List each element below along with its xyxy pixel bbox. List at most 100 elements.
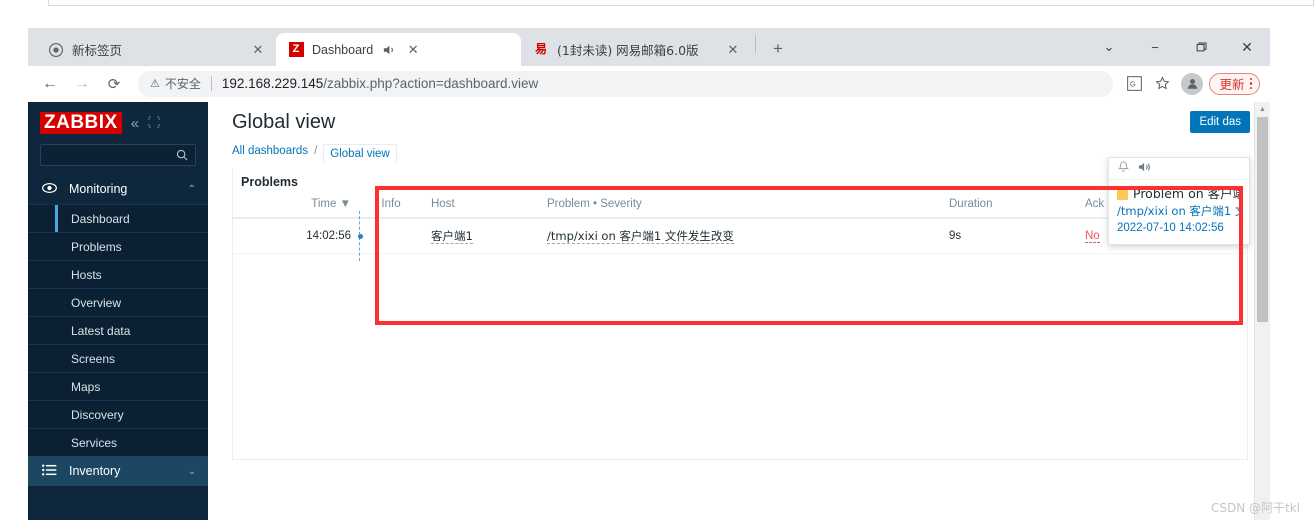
scroll-up-arrow-icon[interactable]: ▲ (1255, 102, 1270, 117)
kebab-menu-icon[interactable] (1247, 77, 1256, 90)
problems-widget: Problems Time ▼ Info Host Problem • Seve… (232, 168, 1248, 460)
window-minimize-button[interactable]: − (1132, 28, 1178, 66)
chevron-down-icon[interactable]: ⌄ (188, 466, 196, 477)
sidebar-item-screens[interactable]: Screens (28, 344, 208, 372)
update-button[interactable]: 更新 (1209, 72, 1260, 95)
tab-search-chevron-icon[interactable]: ⌄ (1086, 28, 1132, 66)
update-label: 更新 (1219, 77, 1245, 92)
sidebar-item-label: Problems (71, 239, 122, 254)
scrollbar-thumb[interactable] (1257, 117, 1268, 322)
kiosk-mode-icon[interactable] (148, 116, 160, 130)
zabbix-icon: Z (288, 42, 304, 58)
reload-button[interactable]: ⟳ (100, 70, 128, 98)
breadcrumb-current[interactable]: Global view (323, 144, 397, 164)
search-icon (176, 149, 188, 161)
tab-title: 新标签页 (72, 43, 123, 58)
tab-close-icon[interactable]: ✕ (725, 42, 741, 58)
bell-icon[interactable] (1118, 160, 1129, 178)
tab-strip: 新标签页 ✕ Z Dashboard ✕ 易 (1封未读) 网易邮箱6.0版 ✕… (28, 28, 1270, 66)
sidebar-header: ZABBIX « (28, 102, 208, 138)
search-input[interactable] (40, 144, 196, 166)
address-bar[interactable]: ⚠ 不安全 192.168.229.145/zabbix.php?action=… (138, 70, 1114, 97)
breadcrumb-separator: / (314, 145, 318, 157)
notification-message[interactable]: /tmp/xixi on 客户端1 文 (1117, 203, 1241, 220)
dashboard-content: Global view Edit das All dashboards / Gl… (208, 102, 1270, 520)
host-link[interactable]: 客户端1 (431, 229, 473, 244)
security-label: 不安全 (164, 77, 201, 91)
browser-tab-netease-mail[interactable]: 易 (1封未读) 网易邮箱6.0版 ✕ (521, 33, 751, 66)
ack-link[interactable]: No (1085, 230, 1100, 243)
column-header-duration[interactable]: Duration (941, 195, 1077, 219)
column-header-problem-severity[interactable]: Problem • Severity (539, 195, 941, 219)
problem-link[interactable]: /tmp/xixi on 客户端1 文件发生改变 (547, 229, 734, 244)
breadcrumb-all-dashboards[interactable]: All dashboards (232, 145, 308, 157)
sidebar-item-overview[interactable]: Overview (28, 288, 208, 316)
zabbix-logo[interactable]: ZABBIX (40, 112, 122, 134)
cell-duration: 9s (941, 218, 1077, 254)
omnibox-divider (210, 76, 212, 91)
sidebar-item-label: Dashboard (71, 211, 130, 226)
window-controls: ⌄ − ✕ (1086, 28, 1270, 66)
not-secure-indicator[interactable]: ⚠ 不安全 (150, 75, 201, 92)
window-maximize-button[interactable] (1178, 28, 1224, 66)
url-path: /zabbix.php?action=dashboard.view (323, 76, 539, 91)
zabbix-sidebar: ZABBIX « Monitoring ⌃ Dashboard Problems… (28, 102, 208, 520)
sidebar-section-inventory[interactable]: Inventory ⌄ (28, 456, 208, 486)
new-tab-button[interactable]: + (764, 35, 792, 63)
notification-body: Problem on 客户端1 /tmp/xixi on 客户端1 文 2022… (1109, 180, 1249, 244)
tab-title: (1封未读) 网易邮箱6.0版 (557, 43, 699, 58)
tab-close-icon[interactable]: ✕ (405, 42, 421, 58)
edit-dashboard-button[interactable]: Edit das (1190, 111, 1250, 133)
cell-problem: /tmp/xixi on 客户端1 文件发生改变 (539, 218, 941, 254)
forward-button[interactable]: → (68, 70, 96, 98)
column-header-info[interactable]: Info (359, 195, 423, 219)
sidebar-item-latest-data[interactable]: Latest data (28, 316, 208, 344)
speaker-icon[interactable] (1138, 160, 1151, 178)
column-header-time[interactable]: Time ▼ (233, 195, 359, 219)
url-text: 192.168.229.145/zabbix.php?action=dashbo… (222, 76, 538, 91)
sidebar-item-hosts[interactable]: Hosts (28, 260, 208, 288)
avatar[interactable] (1181, 72, 1204, 95)
sidebar-item-label: Discovery (71, 407, 124, 422)
browser-window: 新标签页 ✕ Z Dashboard ✕ 易 (1封未读) 网易邮箱6.0版 ✕… (28, 28, 1270, 520)
notification-title: Problem on 客户端1 (1133, 186, 1241, 201)
url-host: 192.168.229.145 (221, 76, 324, 91)
sidebar-section-monitoring[interactable]: Monitoring ⌃ (28, 174, 208, 204)
back-button[interactable]: ← (36, 70, 64, 98)
table-row[interactable]: 14:02:56 客户端1 /tmp/xixi on 客户端1 文件发生改变 9… (233, 211, 1247, 261)
page-scrollbar[interactable]: ▲ (1254, 102, 1270, 520)
sidebar-item-discovery[interactable]: Discovery (28, 400, 208, 428)
tab-audio-icon[interactable] (381, 43, 397, 57)
notification-header (1109, 158, 1249, 180)
cell-host: 客户端1 (423, 218, 539, 254)
sidebar-item-label: Services (71, 435, 118, 450)
star-icon[interactable] (1149, 71, 1175, 97)
notification-popup[interactable]: Problem on 客户端1 /tmp/xixi on 客户端1 文 2022… (1108, 157, 1250, 246)
sidebar-collapse-icon[interactable]: « (131, 116, 139, 131)
cell-time[interactable]: 14:02:56 (233, 218, 359, 254)
chevron-up-icon[interactable]: ⌃ (188, 184, 196, 195)
translate-icon[interactable]: G (1121, 71, 1147, 97)
sidebar-item-dashboard[interactable]: Dashboard (28, 204, 208, 232)
sidebar-item-services[interactable]: Services (28, 428, 208, 456)
tab-close-icon[interactable]: ✕ (250, 42, 266, 58)
warning-triangle-icon: ⚠ (150, 78, 160, 90)
browser-tab-dashboard[interactable]: Z Dashboard ✕ (276, 33, 521, 66)
sidebar-section-label: Monitoring (69, 182, 128, 196)
sidebar-item-problems[interactable]: Problems (28, 232, 208, 260)
watermark: CSDN @阿干tkl (1210, 501, 1300, 515)
sidebar-item-maps[interactable]: Maps (28, 372, 208, 400)
column-header-host[interactable]: Host (423, 195, 539, 219)
sidebar-item-label: Screens (71, 351, 116, 366)
severity-timeline-marker (358, 211, 363, 261)
cell-info (358, 211, 423, 261)
netease-mail-icon: 易 (534, 42, 547, 56)
page-title: Global view (232, 110, 336, 133)
widget-title: Problems (241, 175, 298, 189)
severity-dot-icon (358, 234, 363, 239)
browser-toolbar: ← → ⟳ ⚠ 不安全 192.168.229.145/zabbix.php?a… (28, 66, 1270, 102)
window-close-button[interactable]: ✕ (1224, 28, 1270, 66)
browser-tab-new-tab-page[interactable]: 新标签页 ✕ (36, 33, 276, 66)
tab-title: Dashboard (312, 42, 374, 57)
chrome-icon (48, 42, 64, 58)
